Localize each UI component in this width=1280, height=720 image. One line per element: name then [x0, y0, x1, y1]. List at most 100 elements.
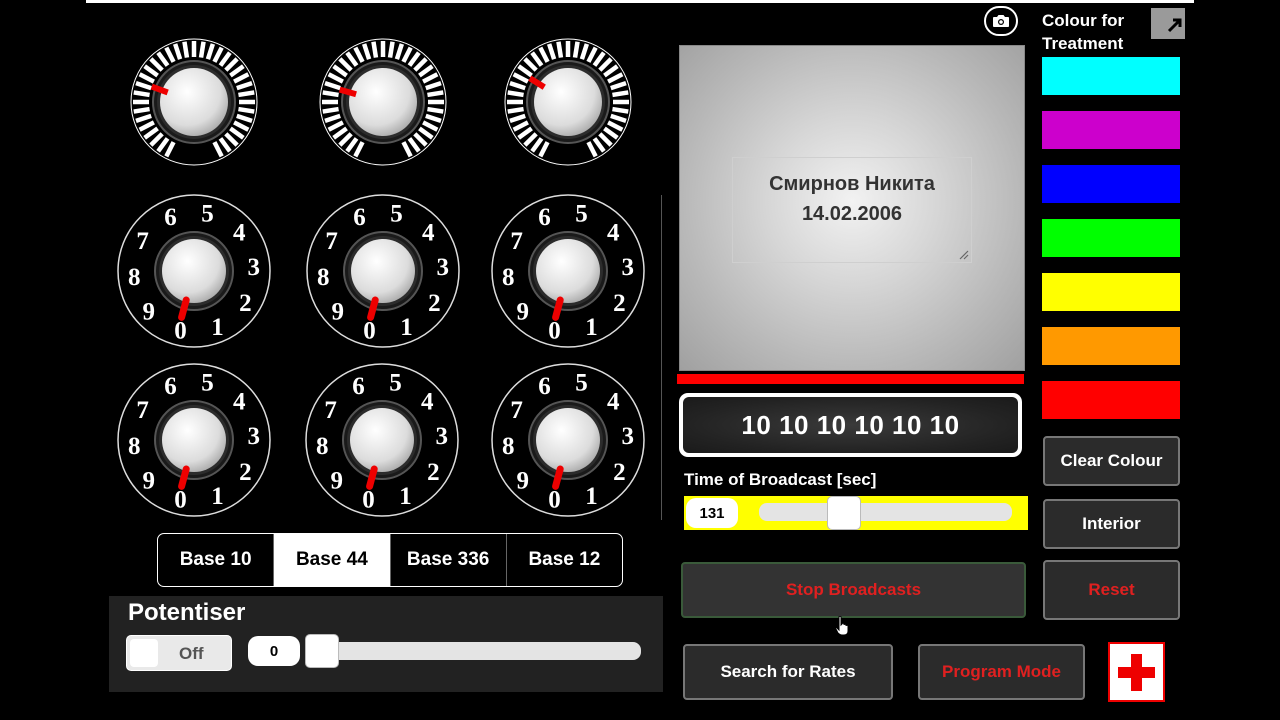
fine-tick: [598, 57, 613, 72]
base-selector: Base 10 Base 44 Base 336 Base 12: [157, 533, 623, 587]
dial-number: 1: [585, 314, 598, 341]
fine-tick: [607, 72, 624, 84]
dial-pointer: [366, 465, 378, 490]
fine-tick: [212, 46, 224, 63]
fine-tick: [512, 120, 529, 132]
camera-icon[interactable]: [984, 6, 1018, 36]
colour-swatch-orange[interactable]: [1042, 327, 1180, 365]
fine-tick: [612, 106, 629, 114]
fine-tick: [610, 81, 627, 91]
dial-number: 0: [174, 486, 187, 513]
expand-arrow-icon[interactable]: [1151, 8, 1185, 39]
clear-colour-button[interactable]: Clear Colour: [1043, 436, 1180, 486]
dial-number: 1: [399, 483, 412, 510]
fine-tick: [322, 106, 339, 114]
toggle-knob: [130, 639, 158, 667]
dial-number: 8: [316, 433, 329, 460]
fine-tick: [425, 113, 442, 123]
base-option-336[interactable]: Base 336: [391, 534, 507, 586]
fine-tick: [538, 141, 550, 158]
fine-tick: [371, 41, 379, 58]
toggle-label: Off: [179, 644, 204, 663]
broadcast-slider-thumb[interactable]: [827, 496, 861, 530]
knob[interactable]: [526, 60, 610, 144]
program-mode-button[interactable]: Program Mode: [918, 644, 1085, 700]
resize-handle-icon[interactable]: [959, 250, 969, 260]
fine-dial-3[interactable]: [503, 37, 633, 167]
digit-dial-5[interactable]: 0 12 34567 89: [304, 362, 460, 518]
knob[interactable]: [342, 400, 422, 480]
knob[interactable]: [152, 60, 236, 144]
fine-tick: [133, 90, 150, 98]
knob[interactable]: [528, 400, 608, 480]
knob[interactable]: [154, 231, 234, 311]
potentiser-slider-track[interactable]: [306, 642, 641, 660]
colour-swatch-yellow[interactable]: [1042, 273, 1180, 311]
colour-swatch-green[interactable]: [1042, 219, 1180, 257]
dial-number: 5: [575, 370, 588, 397]
fine-tick: [579, 43, 589, 60]
base-option-44[interactable]: Base 44: [274, 534, 391, 586]
digit-dial-2[interactable]: 0 12 34567 89: [305, 193, 461, 349]
dial-number: 6: [164, 373, 177, 400]
knob[interactable]: [341, 60, 425, 144]
fine-tick: [407, 137, 421, 153]
potentiser-value: 0: [248, 636, 300, 666]
colour-swatch-red[interactable]: [1042, 381, 1180, 419]
fine-tick: [238, 106, 255, 114]
knob[interactable]: [343, 231, 423, 311]
potentiser-slider-thumb[interactable]: [305, 634, 339, 668]
dial-number: 0: [363, 317, 376, 344]
fine-tick: [517, 126, 533, 140]
interior-button[interactable]: Interior: [1043, 499, 1180, 549]
camera-glyph: [993, 15, 1009, 27]
fine-tick: [422, 72, 439, 84]
witness-textarea[interactable]: Смирнов Никита 14.02.2006: [732, 157, 972, 263]
dial-number: 9: [330, 467, 343, 494]
reset-button[interactable]: Reset: [1043, 560, 1180, 620]
fine-dial-1[interactable]: [129, 37, 259, 167]
dial-number: 6: [164, 204, 177, 231]
fine-tick: [394, 43, 404, 60]
dial-number: 9: [142, 298, 155, 325]
fine-tick: [427, 106, 444, 114]
dial-number: 3: [622, 423, 635, 450]
fine-tick: [173, 43, 183, 60]
knob[interactable]: [528, 231, 608, 311]
base-option-10[interactable]: Base 10: [158, 534, 275, 586]
stop-broadcasts-button[interactable]: Stop Broadcasts: [681, 562, 1026, 618]
dial-number: 6: [538, 204, 551, 231]
dial-number: 6: [538, 373, 551, 400]
knob[interactable]: [154, 400, 234, 480]
witness-name: Смирнов Никита: [769, 173, 935, 195]
colour-swatch-blue[interactable]: [1042, 165, 1180, 203]
digit-dial-3[interactable]: 0 12 34567 89: [490, 193, 646, 349]
dial-number: 3: [248, 254, 260, 281]
top-divider: [86, 0, 1194, 3]
dial-number: 5: [201, 201, 214, 228]
fine-tick: [418, 64, 434, 78]
dial-pointer: [552, 465, 564, 490]
dial-number: 5: [201, 370, 214, 397]
fine-tick: [598, 132, 613, 147]
dial-pointer: [178, 296, 190, 321]
dial-number: 8: [502, 433, 515, 460]
fine-tick: [345, 51, 359, 67]
search-rates-button[interactable]: Search for Rates: [683, 644, 893, 700]
red-cross-icon[interactable]: [1108, 642, 1165, 702]
fine-tick: [362, 43, 372, 60]
fine-tick: [523, 57, 538, 72]
dial-number: 6: [353, 204, 366, 231]
dial-number: 7: [510, 397, 523, 424]
colour-swatch-cyan[interactable]: [1042, 57, 1180, 95]
digit-dial-1[interactable]: 0 12 34567 89: [116, 193, 272, 349]
fine-tick: [143, 126, 159, 140]
digit-dial-4[interactable]: 0 12 34567 89: [116, 362, 272, 518]
base-option-12[interactable]: Base 12: [507, 534, 622, 586]
digit-dial-6[interactable]: 0 12 34567 89: [490, 362, 646, 518]
potentiser-toggle[interactable]: Off: [126, 635, 232, 671]
witness-date: 14.02.2006: [801, 203, 903, 225]
broadcast-slider-track[interactable]: [759, 503, 1012, 521]
colour-swatch-magenta[interactable]: [1042, 111, 1180, 149]
fine-dial-2[interactable]: [318, 37, 448, 167]
